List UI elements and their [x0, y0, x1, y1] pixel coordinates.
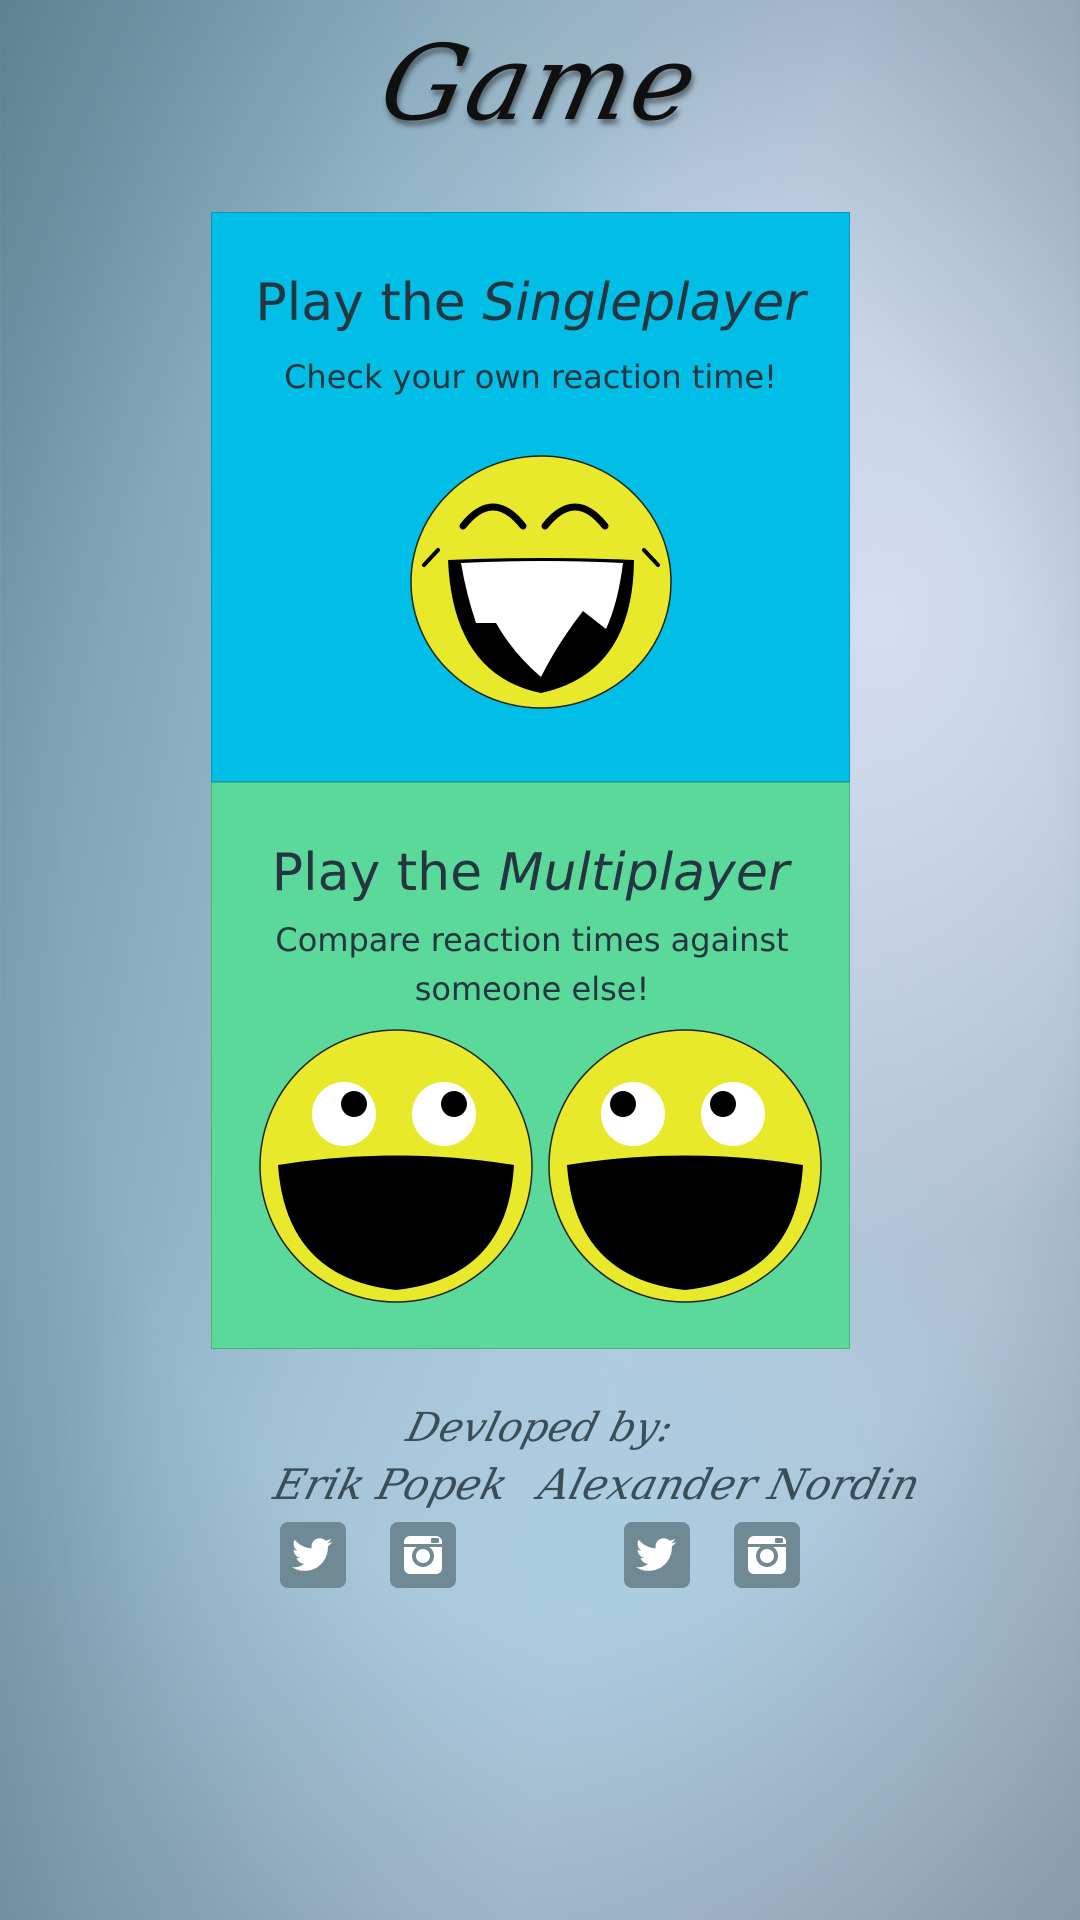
multiplayer-heading-prefix: Play the — [271, 843, 499, 903]
multiplayer-subtitle: Compare reaction times against someone e… — [275, 921, 789, 1008]
twitter-icon — [636, 1538, 676, 1571]
singleplayer-heading: Play the Singleplayer — [212, 273, 849, 333]
erik-twitter-button[interactable] — [280, 1522, 346, 1588]
singleplayer-heading-mode: Singleplayer — [482, 273, 806, 333]
alexander-instagram-button[interactable] — [734, 1522, 800, 1588]
laughing-smiley-icon — [410, 455, 672, 709]
erik-instagram-button[interactable] — [390, 1522, 456, 1588]
singleplayer-button[interactable]: Play the Singleplayer Check your own rea… — [211, 212, 850, 782]
developer-name-erik: Erik Popek — [268, 1460, 514, 1509]
happy-smiley-icon — [548, 1029, 822, 1303]
multiplayer-heading-mode: Multiplayer — [498, 843, 790, 903]
developer-name-alexander: Alexander Nordin — [533, 1460, 926, 1509]
credits-label: Devloped by: — [402, 1405, 678, 1451]
singleplayer-subtitle: Check your own reaction time! — [284, 358, 777, 396]
happy-smiley-icon — [259, 1029, 533, 1303]
multiplayer-button[interactable]: Play the Multiplayer Compare reaction ti… — [211, 782, 850, 1349]
singleplayer-heading-prefix: Play the — [255, 273, 483, 333]
app-title: Game — [370, 22, 710, 144]
alexander-twitter-button[interactable] — [624, 1522, 690, 1588]
twitter-icon — [292, 1538, 332, 1571]
instagram-icon — [404, 1536, 442, 1574]
instagram-icon — [748, 1536, 786, 1574]
multiplayer-heading: Play the Multiplayer — [212, 843, 849, 903]
